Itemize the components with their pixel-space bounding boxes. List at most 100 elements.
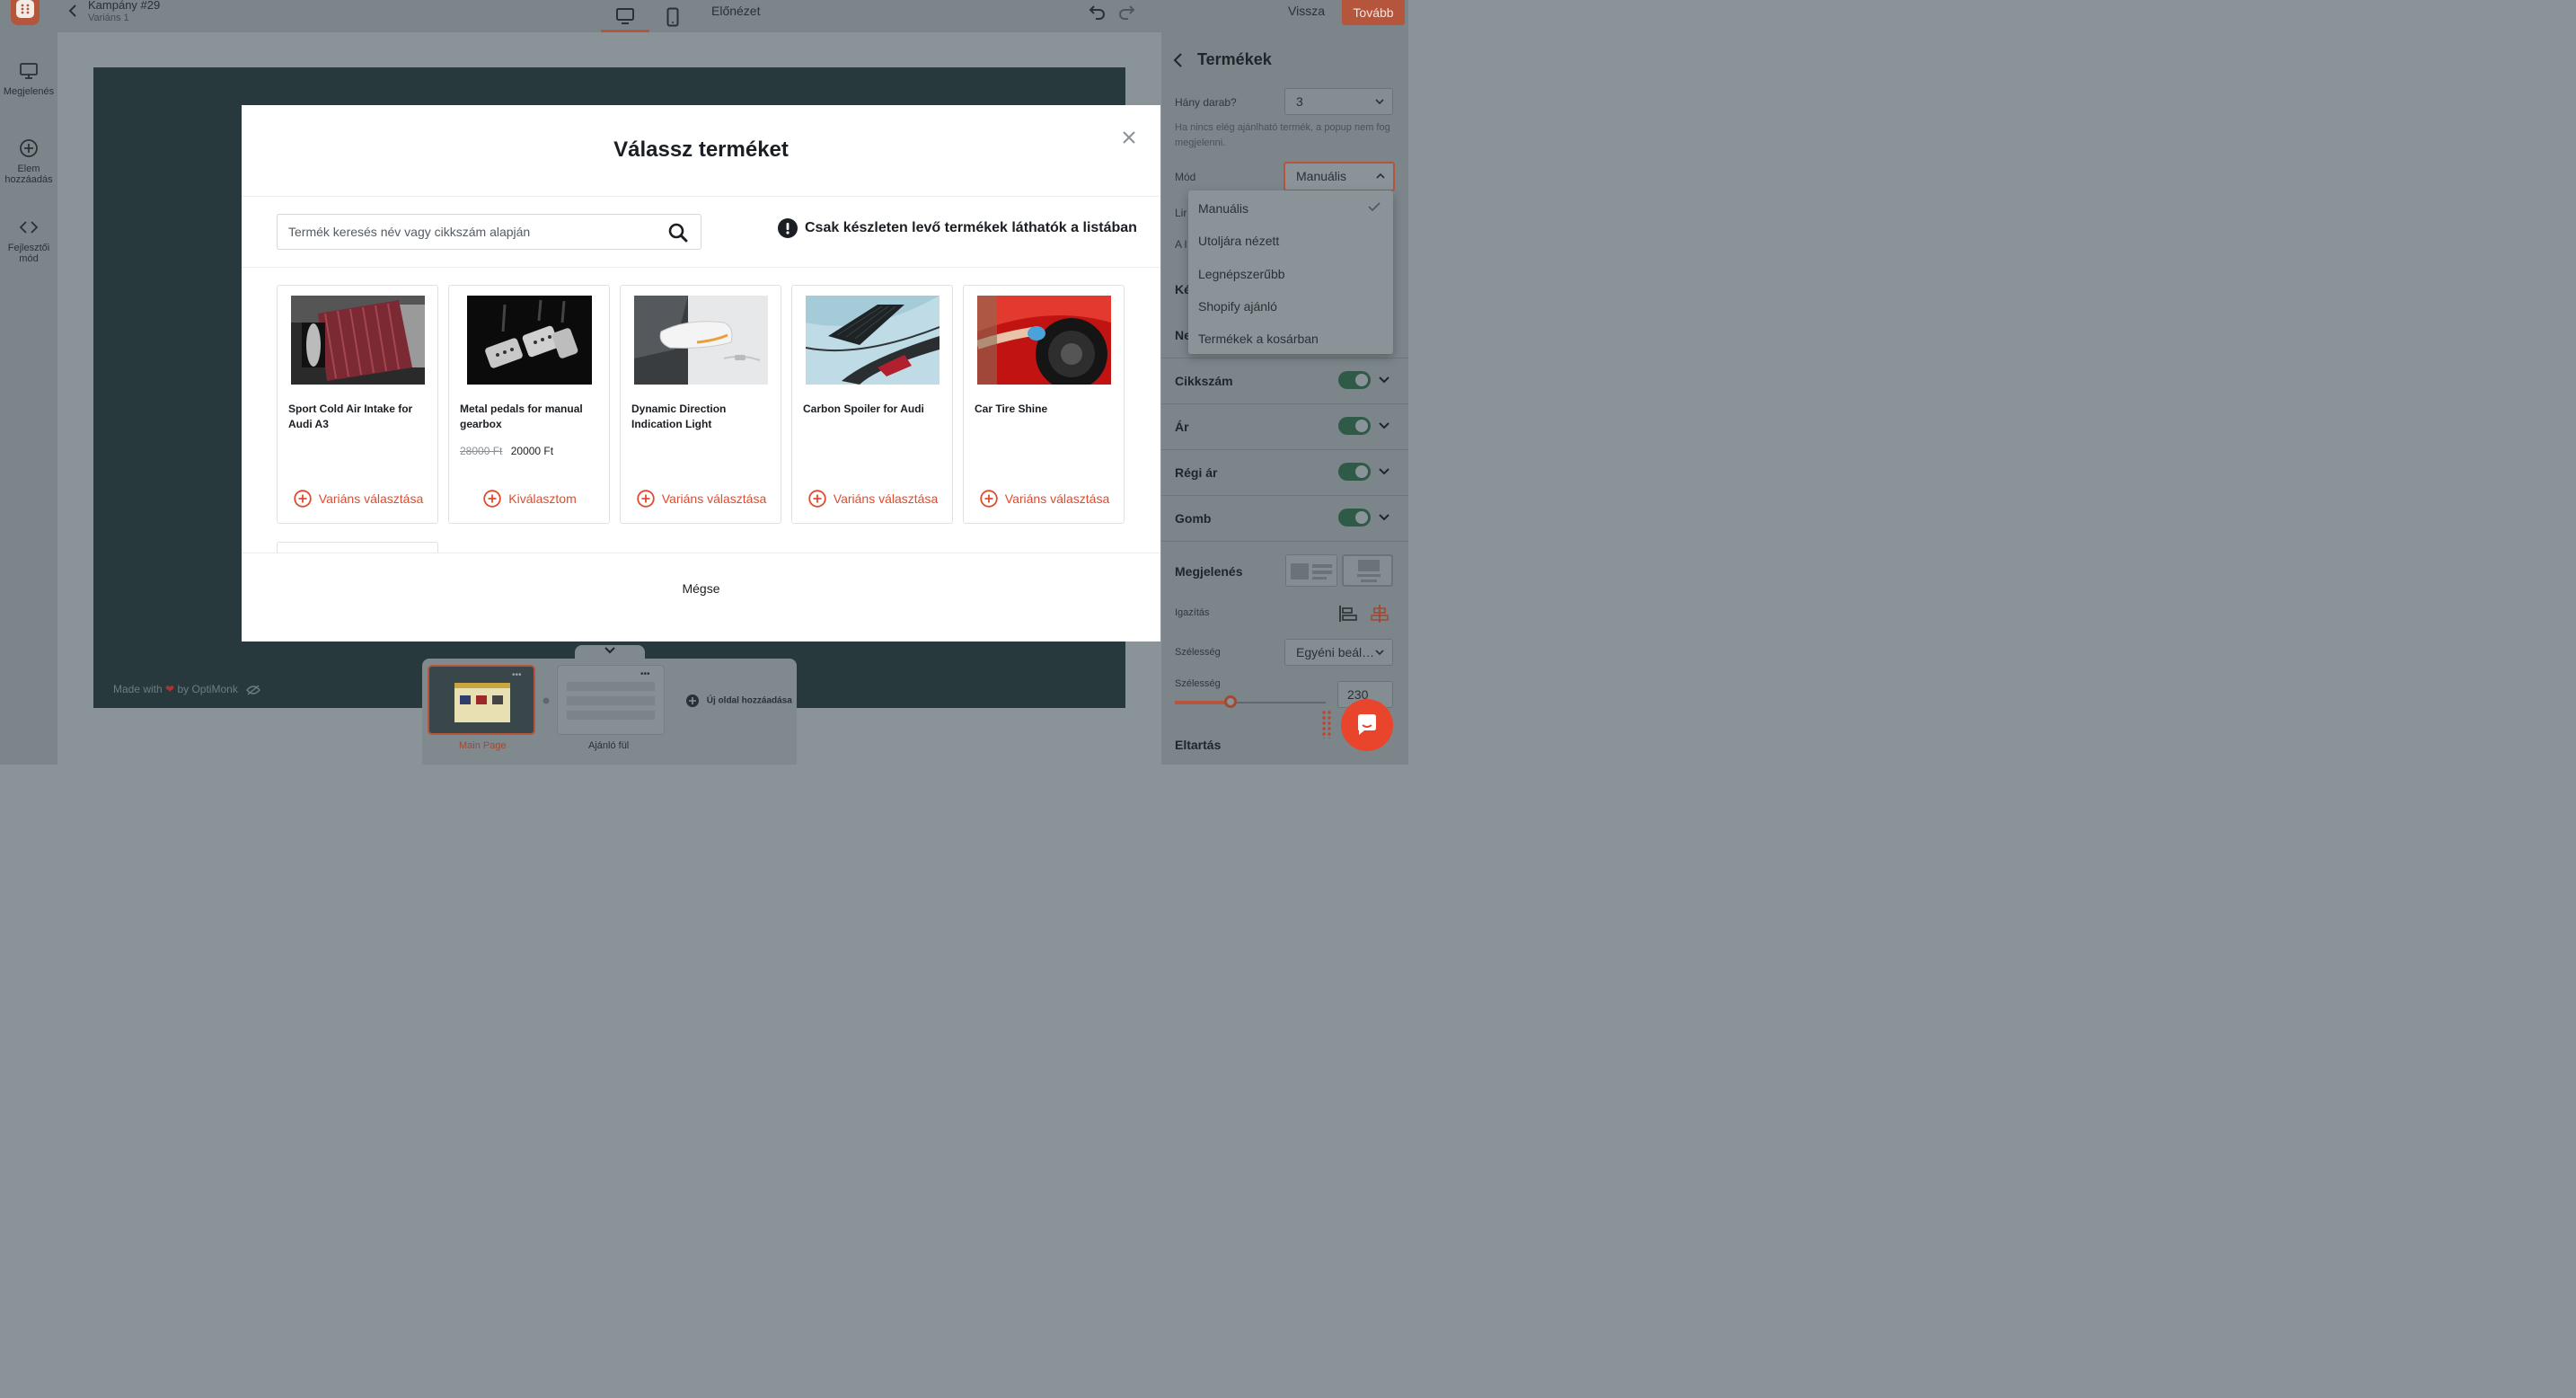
spacing-label: Eltartás [1175,738,1222,752]
layout-vertical-option[interactable] [1342,554,1393,587]
mode-option-cart[interactable]: Termékek a kosárban [1198,332,1319,346]
action-label: Variáns választása [318,491,424,506]
undo-icon[interactable] [1089,4,1107,20]
count-label: Hány darab? [1175,96,1237,109]
toggle-label-old-price: Régi ár [1175,465,1218,480]
action-label: Kiválasztom [508,491,577,506]
sidebar-item-appearance[interactable]: Megjelenés [0,61,57,97]
chevron-left-icon[interactable] [1172,52,1185,68]
plus-circle-icon [980,490,998,508]
close-icon[interactable] [1121,129,1137,146]
page-thumbnail-recommend[interactable]: ••• [557,665,665,735]
mode-dropdown-menu: Manuális Utoljára nézett Legnépszerűbb S… [1188,190,1393,354]
plus-circle-icon [686,695,699,707]
add-page-label: Új oldal hozzáadása [706,695,792,706]
modal-title: Válassz terméket [613,137,789,162]
width-mode-label: Szélesség [1175,647,1221,658]
width-slider-handle[interactable] [1224,695,1237,708]
choose-variant-button[interactable]: Variáns választása [278,490,439,508]
product-search-box [277,214,701,250]
layout-horizontal-option[interactable] [1285,554,1337,587]
optimonk-logo[interactable] [11,0,40,25]
product-card: Car Tire Shine Variáns választása [963,285,1125,524]
product-card: Sport Cold Air Intake for Audi A3 Varián… [277,285,438,524]
chevron-down-icon[interactable] [1378,375,1390,385]
hidden-label: Lir [1175,207,1187,219]
product-picker-modal: Válassz terméket Csak készleten levő ter… [242,105,1160,641]
mode-option-most-popular[interactable]: Legnépszerűbb [1198,267,1285,281]
page-thumbnail-main[interactable]: ••• [428,665,535,735]
choose-variant-button[interactable]: Variáns választása [964,490,1125,508]
choose-variant-button[interactable]: Variáns választása [621,490,782,508]
page-label-recommend: Ajánló fül [588,740,630,751]
choose-variant-button[interactable]: Variáns választása [792,490,954,508]
sidebar-item-add-element[interactable]: Elem hozzáadás [0,138,57,185]
mode-select[interactable]: Manuális [1284,162,1395,191]
svg-text:•••: ••• [640,669,650,679]
count-select[interactable]: 3 [1284,88,1393,115]
action-label: Variáns választása [833,491,939,506]
product-name: Car Tire Shine [975,403,1048,415]
chevron-down-icon [1375,650,1384,656]
mode-option-last-viewed[interactable]: Utoljára nézett [1198,234,1279,248]
select-product-button[interactable]: Kiválasztom [449,490,611,508]
product-card: Metal pedals for manual gearbox 28000 Ft… [448,285,610,524]
align-left-icon[interactable] [1337,604,1359,624]
search-icon[interactable] [668,223,688,243]
old-price-toggle[interactable] [1338,463,1371,481]
mobile-view-tab[interactable] [648,2,697,32]
eye-off-icon[interactable] [246,685,261,695]
chevron-down-icon [1375,99,1384,105]
add-page-button[interactable]: Új oldal hozzáadása [686,695,792,707]
appearance-label: Megjelenés [1175,564,1243,579]
divider [242,267,1160,268]
divider [1161,403,1408,404]
preview-button[interactable]: Előnézet [711,4,760,18]
redo-icon[interactable] [1117,4,1135,20]
align-center-icon[interactable] [1369,604,1390,624]
chevron-down-icon[interactable] [1378,512,1390,523]
drag-handle-icon[interactable] [1321,710,1332,739]
chat-support-button[interactable] [1341,699,1393,751]
product-image-air-intake [291,296,425,385]
button-toggle[interactable] [1338,509,1371,526]
chevron-down-icon[interactable] [1378,420,1390,431]
page-preview-icon: ••• [567,669,655,720]
code-icon [19,221,39,234]
svg-text:•••: ••• [512,670,522,680]
desktop-view-tab[interactable] [601,2,649,32]
cancel-button[interactable]: Mégse [242,581,1160,596]
left-sidebar: Megjelenés Elem hozzáadás Fejlesztői mód [0,32,57,765]
plus-circle-icon [808,490,826,508]
product-grid: Sport Cold Air Intake for Audi A3 Varián… [277,285,1130,553]
divider [1161,449,1408,450]
price-toggle[interactable] [1338,417,1371,435]
action-label: Variáns választása [661,491,767,506]
divider [1161,541,1408,542]
back-button[interactable]: Vissza [1288,4,1325,18]
sku-toggle[interactable] [1338,371,1371,389]
divider [242,196,1160,197]
mode-option-shopify[interactable]: Shopify ajánló [1198,299,1277,314]
toggle-label-button: Gomb [1175,511,1212,526]
product-image-pedals [467,296,601,385]
sidebar-item-developer-mode[interactable]: Fejlesztői mód [0,217,57,264]
action-label: Variáns választása [1004,491,1110,506]
product-search-input[interactable] [288,222,648,242]
made-with-brand: by OptiMonk [177,683,238,695]
chevron-down-icon[interactable] [1378,466,1390,477]
count-help-text: Ha nincs elég ajánlható termék, a popup … [1175,122,1390,148]
mobile-icon [666,7,679,27]
monitor-icon [20,63,38,79]
back-arrow-icon[interactable] [66,4,81,18]
page-bar: ••• ••• Main Page Ajánló fül Új oldal ho… [422,659,797,765]
width-mode-select[interactable]: Egyéni beál… [1284,639,1393,666]
next-button[interactable]: Tovább [1342,0,1405,25]
width-slider-fill [1175,701,1231,704]
plus-circle-icon [20,139,38,157]
mode-value: Manuális [1296,169,1347,183]
count-value: 3 [1296,94,1303,109]
made-with-badge: Made with ❤ by OptiMonk [113,683,261,695]
panel-title: Termékek [1197,50,1272,68]
mode-option-manual[interactable]: Manuális [1198,201,1248,216]
